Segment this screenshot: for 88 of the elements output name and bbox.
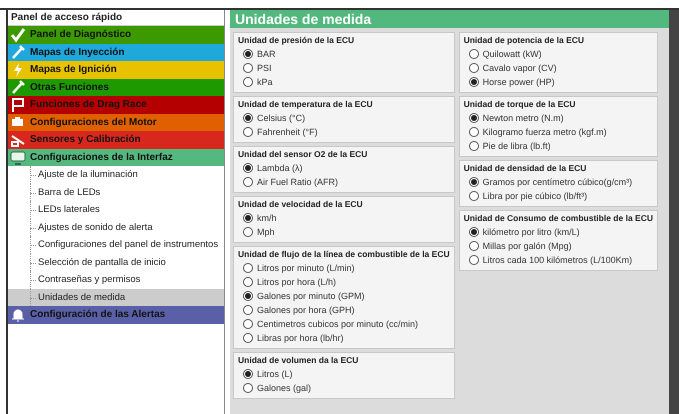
radio-button[interactable] (468, 255, 479, 265)
wrench-icon (10, 79, 26, 96)
radio-button[interactable] (243, 383, 253, 393)
radio-label[interactable]: Galones por hora (GPH) (257, 305, 355, 315)
radio-label[interactable]: Litros cada 100 kilómetros (L/100Km) (482, 255, 632, 265)
tree-item[interactable]: Contraseñas y permisos (8, 271, 224, 288)
radio-label[interactable]: kilómetro por litro (km/L) (482, 227, 580, 237)
radio-button[interactable] (243, 305, 253, 315)
radio-button[interactable] (243, 127, 253, 137)
radio-label[interactable]: kPa (257, 77, 273, 87)
radio-button[interactable] (243, 113, 253, 123)
radio-label[interactable]: Litros (L) (257, 369, 293, 379)
radio-button[interactable] (243, 369, 253, 379)
radio-button[interactable] (243, 77, 253, 87)
radio-label[interactable]: Celsius (°C) (257, 113, 306, 123)
tree-item[interactable]: Ajustes de sonido de alerta (8, 218, 224, 236)
tree-item[interactable]: Barra de LEDs (8, 184, 224, 201)
radio-button[interactable] (468, 113, 479, 123)
radio-label[interactable]: PSI (257, 63, 272, 73)
radio-button[interactable] (243, 277, 253, 287)
wrench-icon (10, 44, 26, 60)
group-title: Unidad de Consumo de combustible de la ECU (464, 212, 653, 225)
radio-button[interactable] (243, 63, 253, 73)
radio-label[interactable]: Galones por minuto (GPM) (257, 291, 365, 301)
group-title: Unidad de temperatura de la ECU (238, 98, 374, 111)
radio-label[interactable]: Cavalo vapor (CV) (482, 63, 557, 73)
radio-button[interactable] (468, 141, 479, 151)
radio-label[interactable]: Newton metro (N.m) (482, 113, 564, 123)
category-item[interactable]: Configuraciones de la Interfaz (8, 148, 224, 166)
tree-item[interactable]: Ajuste de la iluminación (8, 166, 224, 184)
radio-button[interactable] (243, 333, 253, 343)
radio-label[interactable]: Quilowatt (kW) (482, 49, 542, 59)
bell-icon (10, 306, 26, 323)
radio-button[interactable] (468, 49, 479, 59)
radio-label[interactable]: Fahrenheit (°F) (257, 127, 318, 137)
radio-button[interactable] (468, 77, 479, 87)
radio-button[interactable] (243, 213, 253, 223)
radio-button[interactable] (468, 227, 479, 237)
radio-button[interactable] (468, 191, 479, 201)
radio-button[interactable] (243, 227, 253, 237)
radio-label[interactable]: Millas por galón (Mpg) (482, 241, 572, 251)
radio-label[interactable]: BAR (257, 49, 276, 59)
radio-button[interactable] (243, 177, 253, 187)
group-title: Unidad del sensor O2 de la ECU (238, 148, 368, 161)
group-title: Unidad de presión de la ECU (238, 34, 356, 47)
group-title: Unidad de flujo de la línea de combustible de la ECU (238, 248, 450, 261)
radio-button[interactable] (243, 49, 253, 59)
radio-button[interactable] (243, 263, 253, 273)
radio-button[interactable] (468, 241, 479, 251)
check-icon (10, 26, 26, 43)
category-item[interactable]: Configuraciones del Motor (8, 114, 224, 131)
tree-item[interactable]: Configuraciones del panel de instrumentos (8, 236, 224, 254)
radio-button[interactable] (468, 177, 479, 187)
radio-label[interactable]: Centimetros cubicos por minuto (cc/min) (257, 319, 418, 329)
radio-button[interactable] (243, 163, 253, 173)
radio-label[interactable]: Lambda (λ) (257, 163, 303, 173)
group-title: Unidad de velocidad de la ECU (238, 198, 364, 211)
group-title: Unidad de torque de la ECU (464, 98, 577, 111)
radio-label[interactable]: Litros por hora (L/h) (257, 277, 336, 287)
category-item[interactable]: Otras Funciones (8, 78, 224, 96)
radio-label[interactable]: km/h (257, 213, 277, 223)
radio-label[interactable]: Pie de libra (lb.ft) (482, 141, 551, 151)
radio-button[interactable] (468, 127, 479, 137)
radio-label[interactable]: Libras por hora (lb/hr) (257, 333, 344, 343)
category-item[interactable]: Mapas de Ignición (8, 61, 224, 78)
group-title: Unidad de volumen da la ECU (238, 354, 360, 367)
radio-label[interactable]: Air Fuel Ratio (AFR) (257, 177, 338, 187)
flag-icon (10, 96, 26, 113)
radio-label[interactable]: Litros por minuto (L/min) (257, 263, 355, 273)
group-title: Unidad de densidad de la ECU (464, 162, 588, 175)
radio-button[interactable] (243, 319, 253, 329)
monitor-icon (10, 149, 26, 166)
category-item[interactable]: Sensores y Calibración (8, 131, 224, 148)
radio-label[interactable]: Libra por pie cúbico (lb/ft³) (482, 191, 588, 201)
category-item[interactable]: Mapas de Inyección (8, 44, 224, 61)
radio-label[interactable]: Horse power (HP) (482, 77, 555, 87)
tree-item[interactable]: Unidades de medida (8, 288, 224, 306)
radio-label[interactable]: Galones (gal) (257, 383, 312, 393)
radio-label[interactable]: Gramos por centímetro cúbico(g/cm³) (482, 177, 632, 187)
tree-item[interactable]: Selección de pantalla de inicio (8, 254, 224, 271)
radio-button[interactable] (468, 63, 479, 73)
radio-label[interactable]: Kilogramo fuerza metro (kgf.m) (482, 127, 607, 137)
panel-title: Unidades de medida (230, 10, 669, 28)
radio-button[interactable] (243, 291, 253, 301)
category-item[interactable]: Panel de Diagnóstico (8, 26, 224, 44)
group-title: Unidad de potencia de la ECU (464, 34, 586, 47)
tree-item[interactable]: LEDs laterales (8, 201, 224, 218)
radio-label[interactable]: Mph (257, 227, 275, 237)
